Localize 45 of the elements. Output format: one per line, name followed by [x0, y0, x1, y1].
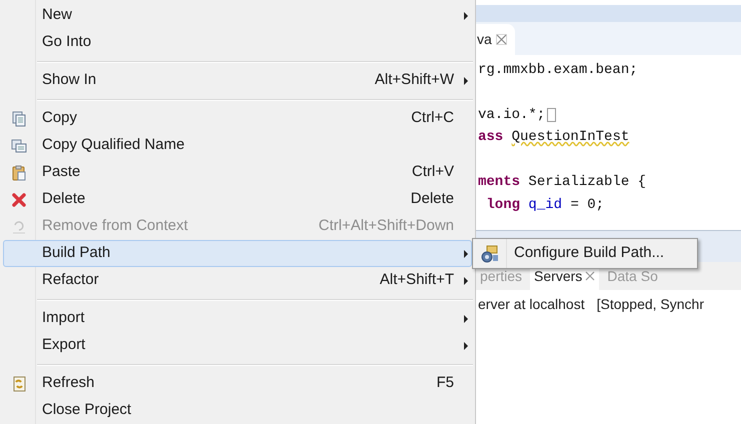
menu-item[interactable]: Refactor Alt+Shift+T	[3, 267, 472, 294]
menu-item[interactable]: Refresh F5	[3, 370, 472, 397]
server-status: [Stopped, Synchr	[596, 294, 704, 314]
clipboard-icon	[11, 164, 27, 180]
copy-icon	[11, 138, 27, 154]
copy-icon	[11, 110, 27, 126]
refresh-icon	[11, 376, 27, 392]
menu-item[interactable]: New	[3, 2, 472, 29]
menu-item[interactable]: Copy Ctrl+C	[3, 105, 472, 132]
submenu-arrow-icon	[464, 76, 468, 84]
shortcut-text: Ctrl+Alt+Shift+Down	[318, 216, 454, 236]
server-name: erver at localhost	[477, 294, 585, 314]
menu-item[interactable]: Go Into	[3, 29, 472, 56]
close-icon[interactable]	[585, 271, 596, 281]
editor-tab[interactable]: va	[476, 24, 515, 55]
remove-icon	[11, 218, 27, 234]
menu-item[interactable]: Import	[3, 305, 472, 332]
menu-item[interactable]: Configure Build Path...	[507, 242, 664, 265]
menu-item[interactable]: Build Path	[3, 240, 472, 267]
code-line: va.io.*;	[478, 106, 546, 125]
build-path-icon	[480, 244, 498, 262]
submenu-arrow-icon	[464, 250, 468, 258]
menu-item[interactable]: Paste Ctrl+V	[3, 159, 472, 186]
shortcut-text: Ctrl+C	[411, 108, 454, 128]
code-line: rg.mmxbb.exam.bean;	[478, 60, 638, 80]
folded-code-marker[interactable]	[547, 108, 556, 122]
menu-item[interactable]: Show In Alt+Shift+W	[3, 67, 472, 94]
close-icon[interactable]	[496, 34, 507, 45]
submenu-arrow-icon	[464, 12, 468, 20]
menu-item[interactable]: Close Project	[3, 397, 472, 424]
code-line: ments Serializable {	[478, 173, 646, 192]
shortcut-text: Alt+Shift+T	[380, 270, 454, 290]
shortcut-text: Delete	[410, 189, 454, 210]
shortcut-text: Alt+Shift+W	[374, 70, 454, 90]
submenu-arrow-icon	[464, 276, 468, 284]
submenu-arrow-icon	[464, 314, 468, 322]
shortcut-text: Ctrl+V	[412, 162, 454, 182]
code-line: long q_id = 0;	[485, 196, 604, 215]
menu-item[interactable]: Delete Delete	[3, 186, 472, 213]
submenu-arrow-icon	[464, 342, 468, 350]
code-line: ass QuestionInTest	[478, 128, 630, 148]
menu-item[interactable]: Export	[3, 332, 472, 359]
menu-item[interactable]: Copy Qualified Name	[3, 132, 472, 159]
delete-icon	[11, 192, 27, 208]
shortcut-text: F5	[436, 373, 454, 394]
